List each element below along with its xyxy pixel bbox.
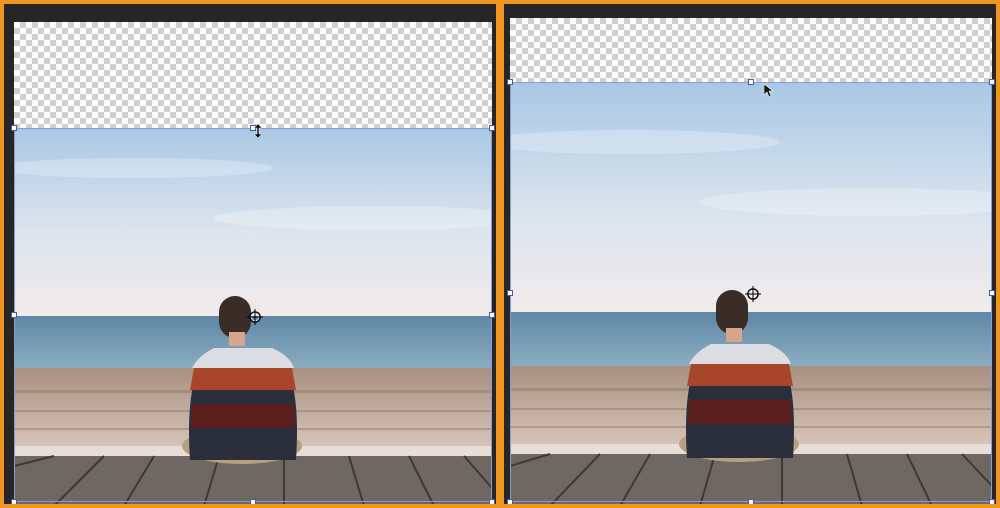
handle-bottom-left[interactable] xyxy=(11,499,17,504)
transparent-canvas[interactable] xyxy=(510,18,992,504)
canvas-panel-after xyxy=(500,0,1000,508)
handle-top-left[interactable] xyxy=(11,125,17,131)
crosshair-target-icon[interactable] xyxy=(247,309,263,325)
handle-middle-left[interactable] xyxy=(507,290,513,296)
transparent-canvas[interactable] xyxy=(14,22,492,504)
handle-bottom-right[interactable] xyxy=(489,499,495,504)
vertical-resize-cursor-icon xyxy=(254,124,262,138)
handle-middle-left[interactable] xyxy=(11,312,17,318)
handle-bottom-center[interactable] xyxy=(250,499,256,504)
canvas-panel-before xyxy=(0,0,500,508)
handle-bottom-left[interactable] xyxy=(507,499,513,504)
arrow-pointer-icon xyxy=(764,84,774,98)
handle-bottom-right[interactable] xyxy=(989,499,995,504)
handle-bottom-center[interactable] xyxy=(748,499,754,504)
handle-top-right[interactable] xyxy=(989,79,995,85)
handle-top-right[interactable] xyxy=(489,125,495,131)
handle-middle-right[interactable] xyxy=(489,312,495,318)
crosshair-target-icon[interactable] xyxy=(745,286,761,302)
handle-top-center[interactable] xyxy=(748,79,754,85)
handle-middle-right[interactable] xyxy=(989,290,995,296)
handle-top-left[interactable] xyxy=(507,79,513,85)
editor-workspace xyxy=(0,0,1000,508)
